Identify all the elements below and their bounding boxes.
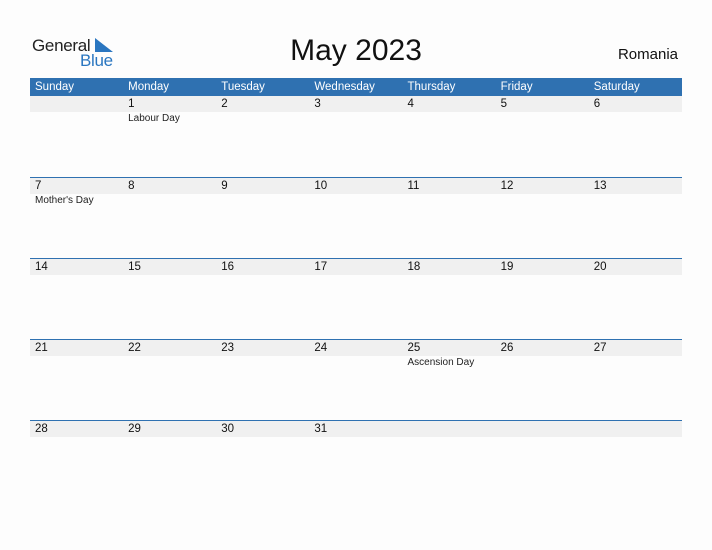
day-number: 3 bbox=[314, 98, 321, 110]
day-number: 1 bbox=[128, 98, 135, 110]
weekday-sunday: Sunday bbox=[35, 81, 75, 93]
day-cell: 29 bbox=[123, 421, 216, 437]
holiday-label: Ascension Day bbox=[407, 357, 475, 368]
day-cell: 7 Mother's Day bbox=[30, 178, 123, 208]
day-cell: 28 bbox=[30, 421, 123, 437]
day-number: 19 bbox=[500, 261, 514, 273]
weekday-header: Sunday Monday Tuesday Wednesday Thursday… bbox=[30, 78, 682, 96]
day-cell: 11 bbox=[403, 178, 496, 208]
day-number: 6 bbox=[593, 98, 601, 110]
day-cell: 13 bbox=[589, 178, 682, 208]
calendar-title: May 2023 bbox=[290, 34, 422, 67]
day-number: 29 bbox=[128, 423, 141, 435]
weekday-saturday: Saturday bbox=[593, 81, 640, 93]
day-number: 16 bbox=[221, 261, 235, 273]
day-number: 21 bbox=[35, 342, 48, 354]
day-number bbox=[408, 421, 496, 437]
day-number: 28 bbox=[35, 423, 48, 435]
day-cell bbox=[496, 421, 589, 437]
day-number: 13 bbox=[593, 180, 607, 192]
holiday-label: Labour Day bbox=[128, 113, 180, 124]
day-cell: 19 bbox=[496, 259, 589, 275]
day-cell: 3 bbox=[309, 96, 402, 126]
day-number: 26 bbox=[500, 342, 514, 354]
day-number: 7 bbox=[35, 180, 42, 192]
day-cell: 17 bbox=[309, 259, 402, 275]
day-number: 17 bbox=[314, 261, 328, 273]
week-cells: 7 Mother's Day 8 9 10 11 12 13 bbox=[30, 178, 682, 208]
week-cells: 21 22 23 24 25 Ascension Day 26 27 bbox=[30, 340, 682, 370]
day-number: 25 bbox=[407, 342, 421, 354]
day-cell: 16 bbox=[216, 259, 309, 275]
weekday-wednesday: Wednesday bbox=[314, 81, 375, 93]
day-number: 30 bbox=[221, 423, 235, 435]
day-number: 10 bbox=[314, 180, 328, 192]
day-number: 18 bbox=[407, 261, 421, 273]
day-cell: 4 bbox=[403, 96, 496, 126]
day-cell: 26 bbox=[496, 340, 589, 370]
weekday-monday: Monday bbox=[128, 81, 170, 93]
day-cell: 25 Ascension Day bbox=[403, 340, 496, 370]
day-cell: 1 Labour Day bbox=[123, 96, 216, 126]
week-row: 21 22 23 24 25 Ascension Day 26 27 bbox=[30, 339, 682, 420]
day-number: 2 bbox=[221, 98, 228, 110]
day-number: 23 bbox=[221, 342, 235, 354]
week-row: 28 29 30 31 bbox=[30, 420, 682, 501]
day-cell: 8 bbox=[123, 178, 216, 208]
day-cell: 21 bbox=[30, 340, 123, 370]
day-cell: 14 bbox=[30, 259, 123, 275]
week-cells: 14 15 16 17 18 19 20 bbox=[30, 259, 682, 275]
day-number: 12 bbox=[500, 180, 514, 192]
day-number: 15 bbox=[128, 261, 141, 273]
day-number: 9 bbox=[221, 180, 228, 192]
day-number: 31 bbox=[314, 423, 328, 435]
day-cell bbox=[403, 421, 496, 437]
day-cell: 22 bbox=[123, 340, 216, 370]
day-cell: 15 bbox=[123, 259, 216, 275]
weekday-tuesday: Tuesday bbox=[221, 81, 265, 93]
day-cell: 12 bbox=[496, 178, 589, 208]
weekday-thursday: Thursday bbox=[407, 81, 456, 93]
day-number: 22 bbox=[128, 342, 141, 354]
day-cell: 31 bbox=[309, 421, 402, 437]
day-cell: 18 bbox=[403, 259, 496, 275]
day-number: 24 bbox=[314, 342, 328, 354]
day-cell: 9 bbox=[216, 178, 309, 208]
day-number: 8 bbox=[128, 180, 135, 192]
week-row: 14 15 16 17 18 19 20 bbox=[30, 258, 682, 339]
day-number bbox=[501, 421, 589, 437]
day-number: 11 bbox=[407, 180, 420, 192]
day-number: 5 bbox=[500, 98, 508, 110]
day-number bbox=[594, 421, 682, 437]
week-row: 1 Labour Day 2 3 4 5 6 bbox=[30, 95, 682, 176]
day-cell: 10 bbox=[309, 178, 402, 208]
day-cell: 6 bbox=[589, 96, 682, 126]
day-cell: 2 bbox=[216, 96, 309, 126]
day-cell: 27 bbox=[589, 340, 682, 370]
day-number: 14 bbox=[35, 261, 48, 273]
day-cell: 24 bbox=[309, 340, 402, 370]
day-number: 20 bbox=[593, 261, 607, 273]
day-cell bbox=[589, 421, 682, 437]
day-cell: 23 bbox=[216, 340, 309, 370]
day-cell bbox=[30, 96, 123, 126]
day-cell: 20 bbox=[589, 259, 682, 275]
day-cell: 30 bbox=[216, 421, 309, 437]
holiday-label: Mother's Day bbox=[35, 195, 94, 206]
week-row: 7 Mother's Day 8 9 10 11 12 13 bbox=[30, 177, 682, 258]
week-cells: 1 Labour Day 2 3 4 5 6 bbox=[30, 96, 682, 126]
day-number bbox=[35, 96, 123, 112]
day-number: 27 bbox=[593, 342, 607, 354]
week-cells: 28 29 30 31 bbox=[30, 421, 682, 437]
day-number: 4 bbox=[407, 98, 414, 110]
country-label: Romania bbox=[617, 46, 678, 63]
weekday-friday: Friday bbox=[500, 81, 533, 93]
day-cell: 5 bbox=[496, 96, 589, 126]
